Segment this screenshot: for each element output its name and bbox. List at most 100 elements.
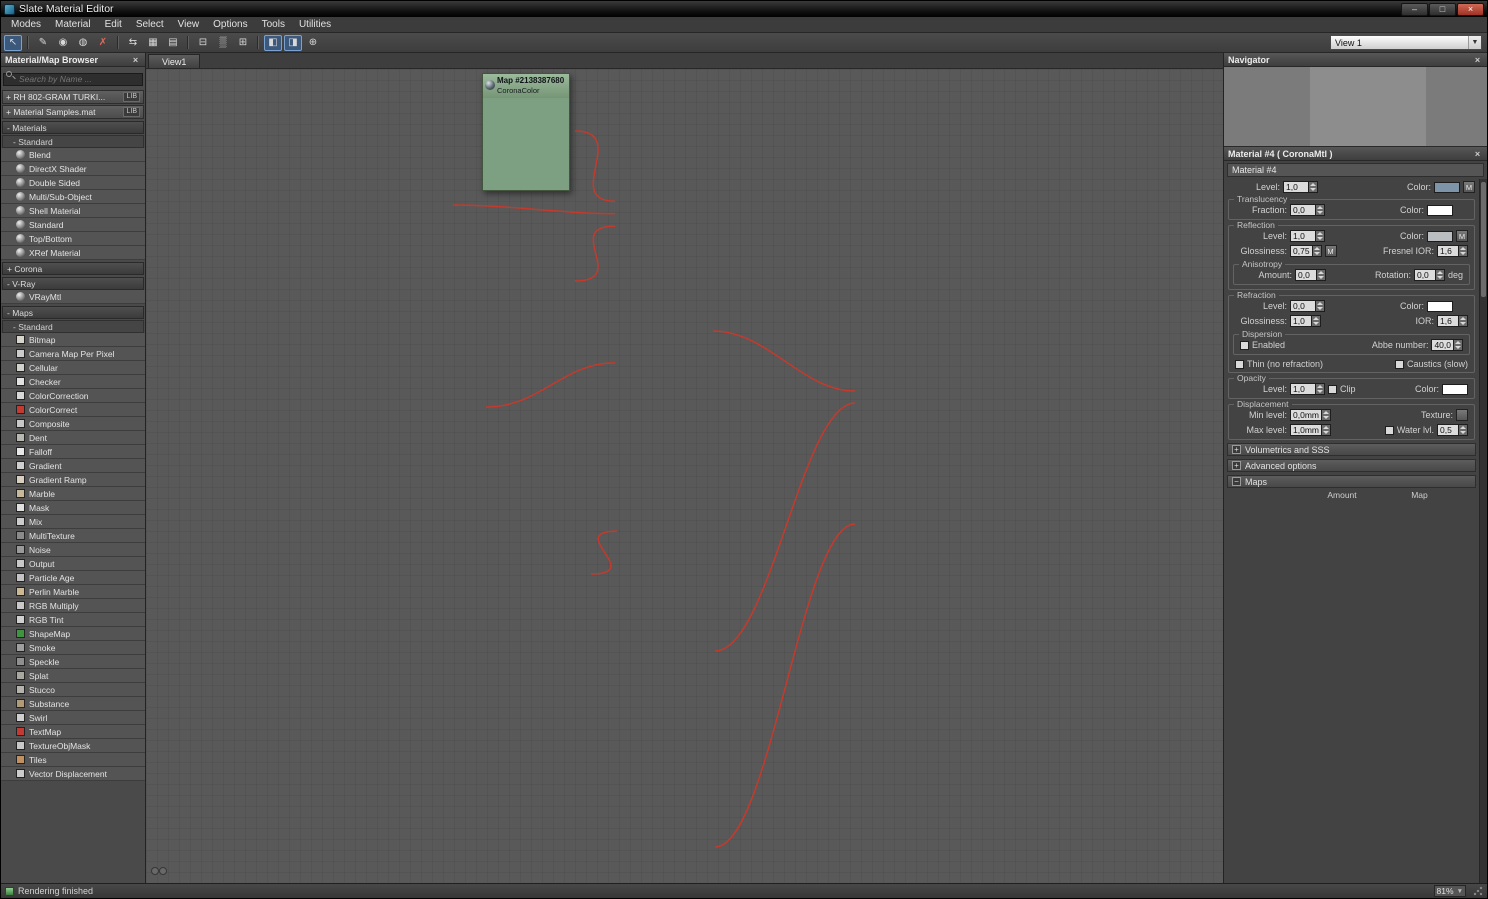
- resize-grip[interactable]: [1473, 886, 1483, 896]
- translucency-fraction-spinner[interactable]: 0,0: [1290, 204, 1325, 216]
- browser-item-speckle[interactable]: Speckle: [1, 655, 145, 669]
- browser-item-xref-material[interactable]: XRef Material: [1, 246, 145, 260]
- browser-item-noise[interactable]: Noise: [1, 543, 145, 557]
- displacement-max-spinner[interactable]: 1,0mm: [1290, 424, 1331, 436]
- browser-item-tiles[interactable]: Tiles: [1, 753, 145, 767]
- browser-item-shapemap[interactable]: ShapeMap: [1, 627, 145, 641]
- browser-item-standard[interactable]: Standard: [1, 218, 145, 232]
- library-row[interactable]: + Material Samples.mat LIB: [2, 105, 144, 119]
- browser-item-multitexture[interactable]: MultiTexture: [1, 529, 145, 543]
- browser-item-colorcorrection[interactable]: ColorCorrection: [1, 389, 145, 403]
- parameter-scrollbar-thumb[interactable]: [1481, 182, 1486, 297]
- tab-view1[interactable]: View1: [148, 54, 201, 68]
- browser-item-camera-map-per-pixel[interactable]: Camera Map Per Pixel: [1, 347, 145, 361]
- browser-item-blend[interactable]: Blend: [1, 148, 145, 162]
- menu-utilities[interactable]: Utilities: [292, 17, 338, 32]
- browser-item-dent[interactable]: Dent: [1, 431, 145, 445]
- browser-item-shell-material[interactable]: Shell Material: [1, 204, 145, 218]
- zoom-level-dropdown[interactable]: 81% ▼: [1433, 885, 1466, 897]
- reflection-level-spinner[interactable]: 1,0: [1290, 230, 1325, 242]
- browser-item-colorcorrect[interactable]: ColorCorrect: [1, 403, 145, 417]
- water-level-spinner[interactable]: 0,5: [1437, 424, 1468, 436]
- browser-group--maps[interactable]: - Maps: [2, 306, 144, 319]
- reflection-glossiness-spinner[interactable]: 0,75: [1290, 245, 1322, 257]
- browser-item-double-sided[interactable]: Double Sided: [1, 176, 145, 190]
- diffuse-map-button[interactable]: M: [1463, 181, 1475, 193]
- browser-item-splat[interactable]: Splat: [1, 669, 145, 683]
- material-map-browser-toggle[interactable]: ◧: [264, 34, 282, 51]
- view-selector-dropdown[interactable]: View 1 ▼: [1330, 35, 1482, 50]
- level-spinner[interactable]: 1,0: [1283, 181, 1318, 193]
- node-canvas[interactable]: Map #2138387680 CoronaColor: [146, 69, 1223, 883]
- library-row[interactable]: + RH 802-GRAM TURKI... LIB: [2, 90, 144, 104]
- close-button[interactable]: ×: [1457, 2, 1484, 16]
- browser-item-output[interactable]: Output: [1, 557, 145, 571]
- menu-tools[interactable]: Tools: [255, 17, 292, 32]
- reflection-color-swatch[interactable]: [1427, 230, 1453, 242]
- rollout-maps[interactable]: − Maps: [1227, 475, 1476, 488]
- browser-item-marble[interactable]: Marble: [1, 487, 145, 501]
- material-name-field[interactable]: Material #4: [1227, 163, 1484, 177]
- anisotropy-rotation-spinner[interactable]: 0,0: [1413, 269, 1445, 281]
- dispersion-enabled-checkbox[interactable]: [1240, 340, 1249, 350]
- browser-item-substance[interactable]: Substance: [1, 697, 145, 711]
- browser-item-textmap[interactable]: TextMap: [1, 725, 145, 739]
- browser-item-particle-age[interactable]: Particle Age: [1, 571, 145, 585]
- browser-item-swirl[interactable]: Swirl: [1, 711, 145, 725]
- show-grid-toggle[interactable]: ⊞: [234, 35, 252, 51]
- browser-item-checker[interactable]: Checker: [1, 375, 145, 389]
- minimize-button[interactable]: –: [1401, 2, 1428, 16]
- reflection-glossiness-map-button[interactable]: M: [1324, 245, 1337, 257]
- browser-item-top-bottom[interactable]: Top/Bottom: [1, 232, 145, 246]
- browser-item-falloff[interactable]: Falloff: [1, 445, 145, 459]
- browser-item-cellular[interactable]: Cellular: [1, 361, 145, 375]
- zoom-tool[interactable]: ⊕: [304, 35, 322, 51]
- menu-modes[interactable]: Modes: [4, 17, 48, 32]
- opacity-clip-checkbox[interactable]: [1328, 384, 1337, 394]
- refraction-glossiness-spinner[interactable]: 1,0: [1290, 315, 1321, 327]
- reflection-color-map-button[interactable]: M: [1456, 230, 1468, 242]
- menu-select[interactable]: Select: [129, 17, 171, 32]
- menu-edit[interactable]: Edit: [98, 17, 129, 32]
- move-children-button[interactable]: ⇆: [124, 35, 142, 51]
- assign-material-to-selection[interactable]: ◍: [74, 35, 92, 51]
- delete-selected-button[interactable]: ✗: [94, 35, 112, 51]
- refraction-ior-spinner[interactable]: 1,6: [1437, 315, 1468, 327]
- menu-options[interactable]: Options: [206, 17, 254, 32]
- anisotropy-amount-spinner[interactable]: 0,0: [1295, 269, 1326, 281]
- browser-group--corona[interactable]: + Corona: [2, 262, 144, 275]
- parameter-panel-close-icon[interactable]: ×: [1472, 149, 1483, 159]
- browser-item-rgb-tint[interactable]: RGB Tint: [1, 613, 145, 627]
- abbe-number-spinner[interactable]: 40,0: [1431, 339, 1463, 351]
- browser-close-icon[interactable]: ×: [130, 55, 141, 65]
- browser-item-composite[interactable]: Composite: [1, 417, 145, 431]
- node-cc1[interactable]: Map #2138387680 CoronaColor: [482, 73, 570, 191]
- rollout-volumetrics-sss[interactable]: + Volumetrics and SSS: [1227, 443, 1476, 456]
- select-tool[interactable]: ↖: [4, 34, 22, 51]
- pick-material-eyedropper[interactable]: ✎: [34, 35, 52, 51]
- show-background-toggle[interactable]: ▒: [214, 35, 232, 51]
- browser-group--standard[interactable]: - Standard: [2, 135, 144, 148]
- browser-item-vraymtl[interactable]: VRayMtl: [1, 290, 145, 304]
- canvas-pan-icon[interactable]: [151, 867, 169, 877]
- hide-unused-nodeslots-button[interactable]: ⊟: [194, 35, 212, 51]
- caustics-checkbox[interactable]: [1394, 359, 1404, 369]
- refraction-level-spinner[interactable]: 0,0: [1290, 300, 1325, 312]
- fresnel-ior-spinner[interactable]: 1,6: [1437, 245, 1468, 257]
- displacement-min-spinner[interactable]: 0,0mm: [1290, 409, 1331, 421]
- browser-item-stucco[interactable]: Stucco: [1, 683, 145, 697]
- browser-group--standard[interactable]: - Standard: [2, 320, 144, 333]
- opacity-level-spinner[interactable]: 1,0: [1290, 383, 1325, 395]
- browser-item-vector-displacement[interactable]: Vector Displacement: [1, 767, 145, 781]
- browser-group--v-ray[interactable]: - V-Ray: [2, 277, 144, 290]
- translucency-color-swatch[interactable]: [1427, 204, 1453, 216]
- browser-item-multi-sub-object[interactable]: Multi/Sub-Object: [1, 190, 145, 204]
- node-header[interactable]: Map #2138387680 CoronaColor: [483, 74, 569, 98]
- opacity-color-swatch[interactable]: [1442, 383, 1468, 395]
- parameter-scrollbar[interactable]: [1479, 179, 1487, 883]
- diffuse-color-swatch[interactable]: [1434, 181, 1460, 193]
- browser-item-mask[interactable]: Mask: [1, 501, 145, 515]
- menu-view[interactable]: View: [171, 17, 207, 32]
- navigator-close-icon[interactable]: ×: [1472, 55, 1483, 65]
- displacement-texture-button[interactable]: [1456, 409, 1468, 421]
